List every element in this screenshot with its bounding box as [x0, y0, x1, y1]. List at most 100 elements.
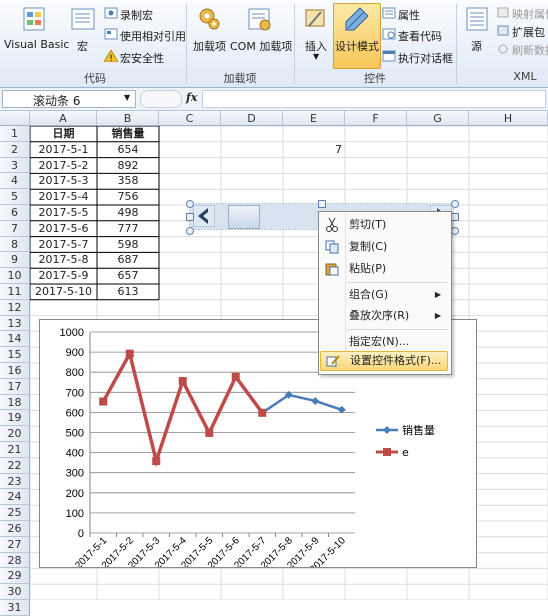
date-cell[interactable]: 2017-5-10 — [30, 284, 97, 300]
column-header-h[interactable]: H — [469, 111, 548, 126]
row-header-15[interactable]: 15 — [0, 347, 30, 363]
column-header-e[interactable]: E — [283, 111, 345, 126]
menu-item-paste[interactable]: 粘贴(P) — [319, 259, 449, 279]
view-code-button[interactable]: 查看代码 — [398, 28, 442, 44]
row-header-30[interactable]: 30 — [0, 584, 30, 600]
row-header-12[interactable]: 12 — [0, 299, 30, 316]
date-cell[interactable]: 2017-5-1 — [30, 142, 97, 158]
sales-cell[interactable]: 687 — [97, 252, 159, 268]
row-header-6[interactable]: 6 — [0, 205, 30, 221]
row-header-8[interactable]: 8 — [0, 236, 30, 253]
menu-item-group[interactable]: 组合(G) ▶ — [319, 285, 449, 305]
menu-item-copy[interactable]: 复制(C) — [319, 237, 449, 257]
visual-basic-button[interactable]: Visual Basic — [4, 38, 69, 51]
row-header-21[interactable]: 21 — [0, 442, 30, 458]
row-header-2[interactable]: 2 — [0, 141, 30, 158]
macro-button[interactable]: 宏 — [77, 38, 88, 54]
selection-handle[interactable] — [451, 200, 459, 208]
selection-handle[interactable] — [451, 213, 459, 221]
row-header-1[interactable]: 1 — [0, 126, 30, 142]
row-header-25[interactable]: 25 — [0, 505, 30, 521]
addins-gear-icon[interactable] — [197, 6, 221, 32]
column-header-d[interactable]: D — [221, 111, 283, 126]
date-cell[interactable]: 2017-5-4 — [30, 189, 97, 205]
sales-cell[interactable]: 657 — [97, 268, 159, 284]
map-properties-button[interactable]: 映射属性 — [512, 6, 548, 22]
row-header-28[interactable]: 28 — [0, 552, 30, 569]
row-header-9[interactable]: 9 — [0, 252, 30, 269]
row-header-24[interactable]: 24 — [0, 489, 30, 506]
com-addins-button[interactable]: COM 加载项 — [230, 38, 292, 54]
properties-button[interactable]: 属性 — [398, 7, 420, 23]
fx-icon[interactable]: fx — [186, 91, 197, 104]
sales-cell[interactable]: 498 — [97, 205, 159, 221]
refresh-data-button[interactable]: 刷新数据 — [512, 42, 548, 58]
column-header-g[interactable]: G — [407, 111, 469, 126]
selection-handle[interactable] — [186, 227, 194, 235]
visual-basic-icon[interactable] — [22, 6, 46, 32]
sales-cell[interactable]: 892 — [97, 158, 159, 174]
sales-cell[interactable]: 777 — [97, 221, 159, 237]
row-header-20[interactable]: 20 — [0, 426, 30, 442]
row-header-13[interactable]: 13 — [0, 315, 30, 332]
row-header-5[interactable]: 5 — [0, 189, 30, 205]
column-header-c[interactable]: C — [159, 111, 221, 126]
macro-icon[interactable] — [70, 6, 96, 32]
row-header-27[interactable]: 27 — [0, 536, 30, 553]
row-header-31[interactable]: 31 — [0, 600, 30, 616]
column-header-b[interactable]: B — [97, 111, 159, 126]
row-header-19[interactable]: 19 — [0, 410, 30, 427]
formula-input[interactable] — [202, 90, 546, 108]
menu-item-assign-macro[interactable]: 指定宏(N)... — [319, 332, 449, 352]
menu-item-format-control[interactable]: 设置控件格式(F)... — [320, 351, 448, 371]
row-header-18[interactable]: 18 — [0, 394, 30, 411]
header-cell-sales[interactable]: 销售量 — [97, 126, 159, 142]
date-cell[interactable]: 2017-5-2 — [30, 158, 97, 174]
row-header-17[interactable]: 17 — [0, 378, 30, 395]
sales-cell[interactable]: 756 — [97, 189, 159, 205]
insert-dropdown-icon[interactable]: ▼ — [313, 52, 319, 61]
date-cell[interactable]: 2017-5-7 — [30, 237, 97, 253]
sales-cell[interactable]: 358 — [97, 173, 159, 189]
name-box-dropdown-icon[interactable]: ▼ — [124, 93, 130, 102]
row-header-4[interactable]: 4 — [0, 173, 30, 190]
name-box[interactable]: 滚动条 6 ▼ — [2, 90, 136, 108]
scroll-thumb[interactable] — [228, 205, 260, 229]
select-all-corner[interactable] — [0, 111, 30, 126]
row-header-7[interactable]: 7 — [0, 220, 30, 237]
selection-handle[interactable] — [451, 227, 459, 235]
date-cell[interactable]: 2017-5-3 — [30, 173, 97, 189]
row-header-23[interactable]: 23 — [0, 473, 30, 490]
date-cell[interactable]: 2017-5-9 — [30, 268, 97, 284]
date-cell[interactable]: 2017-5-5 — [30, 205, 97, 221]
menu-item-order[interactable]: 叠放次序(R) ▶ — [319, 306, 449, 326]
date-cell[interactable]: 2017-5-8 — [30, 252, 97, 268]
addins-button[interactable]: 加载项 — [193, 38, 226, 54]
com-addins-icon[interactable] — [247, 6, 273, 32]
selection-handle[interactable] — [318, 200, 326, 208]
column-header-a[interactable]: A — [30, 111, 97, 126]
sales-cell[interactable]: 613 — [97, 284, 159, 300]
row-header-3[interactable]: 3 — [0, 157, 30, 174]
scroll-left-arrow-icon[interactable] — [192, 204, 216, 228]
date-cell[interactable]: 2017-5-6 — [30, 221, 97, 237]
column-header-f[interactable]: F — [345, 111, 407, 126]
row-header-10[interactable]: 10 — [0, 268, 30, 284]
row-header-14[interactable]: 14 — [0, 331, 30, 348]
row-header-16[interactable]: 16 — [0, 363, 30, 379]
source-button[interactable]: 源 — [471, 38, 482, 54]
selection-handle[interactable] — [186, 213, 194, 221]
source-icon[interactable] — [465, 6, 489, 32]
cell-e2[interactable]: 7 — [283, 142, 342, 158]
run-dialog-button[interactable]: 执行对话框 — [398, 50, 453, 66]
sales-cell[interactable]: 654 — [97, 142, 159, 158]
insert-tools-icon[interactable] — [303, 6, 329, 32]
relative-reference-button[interactable]: 使用相对引用 — [120, 28, 186, 44]
row-header-29[interactable]: 29 — [0, 568, 30, 585]
sales-cell[interactable]: 598 — [97, 237, 159, 253]
record-macro-button[interactable]: 录制宏 — [120, 7, 153, 23]
selection-handle[interactable] — [186, 200, 194, 208]
macro-security-button[interactable]: 宏安全性 — [120, 50, 164, 66]
row-header-22[interactable]: 22 — [0, 457, 30, 474]
menu-item-cut[interactable]: 剪切(T) — [319, 215, 449, 235]
